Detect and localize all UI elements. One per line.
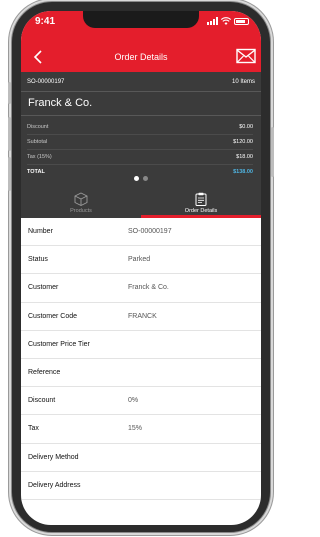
detail-row-status[interactable]: Status Parked — [21, 246, 261, 275]
totals-row-tax: Tax (15%) $18.00 — [27, 150, 253, 165]
tab-label: Products — [70, 208, 92, 214]
detail-row-tax[interactable]: Tax 15% — [21, 415, 261, 444]
customer-name: Franck & Co. — [28, 97, 93, 109]
detail-value: SO-00000197 — [128, 228, 172, 236]
detail-label: Delivery Address — [28, 481, 81, 489]
detail-value: Parked — [128, 256, 151, 264]
detail-label: Delivery Method — [28, 453, 79, 461]
totals-value: $120.00 — [233, 139, 253, 145]
detail-label: Reference — [28, 369, 61, 377]
order-number: SO-00000197 — [27, 79, 65, 85]
detail-row-delivery-method[interactable]: Delivery Method — [21, 444, 261, 472]
detail-row-discount[interactable]: Discount 0% — [21, 387, 261, 416]
detail-row-customer-price-tier[interactable]: Customer Price Tier — [21, 331, 261, 359]
status-time: 9:41 — [35, 16, 56, 27]
phone-screen: 9:41 Order Details SO-00000197 10 Items … — [21, 11, 261, 525]
signal-icon — [207, 17, 218, 25]
totals-row-subtotal: Subtotal $120.00 — [27, 135, 253, 150]
app-header: 9:41 Order Details — [21, 11, 261, 72]
totals-label: TOTAL — [27, 169, 45, 175]
detail-label: Customer Price Tier — [28, 340, 90, 348]
detail-value: Franck & Co. — [128, 284, 169, 292]
totals-value: $0.00 — [239, 124, 253, 130]
detail-row-reference[interactable]: Reference — [21, 359, 261, 388]
totals-label: Discount — [27, 124, 49, 130]
power-button — [271, 127, 274, 177]
detail-value: FRANCK — [128, 312, 157, 320]
page-indicator[interactable] — [21, 176, 261, 181]
tab-order-details[interactable]: Order Details — [141, 187, 261, 218]
detail-label: Tax — [28, 425, 39, 433]
totals-row-discount: Discount $0.00 — [27, 120, 253, 135]
detail-row-delivery-address[interactable]: Delivery Address — [21, 472, 261, 500]
page-title: Order Details — [114, 52, 168, 62]
mute-switch — [8, 82, 11, 104]
volume-down-button — [8, 157, 11, 191]
order-summary-panel: SO-00000197 10 Items Franck & Co. Discou… — [21, 72, 261, 187]
battery-icon — [234, 18, 249, 25]
tab-label: Order Details — [184, 208, 218, 214]
detail-label: Number — [28, 228, 53, 236]
detail-value: 15% — [128, 425, 143, 433]
divider — [21, 91, 261, 92]
email-icon[interactable] — [236, 48, 256, 64]
order-details-list: Number SO-00000197 Status Parked Custome… — [21, 218, 261, 500]
detail-label: Discount — [28, 397, 56, 405]
box-icon — [74, 192, 88, 206]
totals-label: Subtotal — [27, 139, 48, 145]
detail-value: 0% — [128, 397, 139, 405]
wifi-icon — [221, 17, 231, 25]
totals-list: Discount $0.00 Subtotal $120.00 Tax (15%… — [27, 120, 253, 179]
page-dot-active[interactable] — [134, 176, 139, 181]
status-icons — [207, 17, 249, 25]
detail-label: Status — [28, 256, 48, 264]
totals-label: Tax (15%) — [27, 154, 52, 160]
divider — [21, 115, 261, 116]
page-dot[interactable] — [143, 176, 148, 181]
totals-value: $18.00 — [236, 154, 253, 160]
totals-value: $138.00 — [233, 169, 253, 175]
detail-row-customer[interactable]: Customer Franck & Co. — [21, 274, 261, 303]
detail-row-customer-code[interactable]: Customer Code FRANCK — [21, 303, 261, 331]
clipboard-icon — [195, 192, 207, 206]
detail-row-number[interactable]: Number SO-00000197 — [21, 218, 261, 247]
tab-bar: Products Order Details — [21, 187, 261, 218]
notch — [83, 11, 199, 28]
tab-products[interactable]: Products — [21, 187, 141, 218]
detail-label: Customer Code — [28, 312, 78, 320]
volume-up-button — [8, 117, 11, 151]
item-count: 10 Items — [231, 79, 255, 85]
detail-label: Customer — [28, 284, 59, 292]
